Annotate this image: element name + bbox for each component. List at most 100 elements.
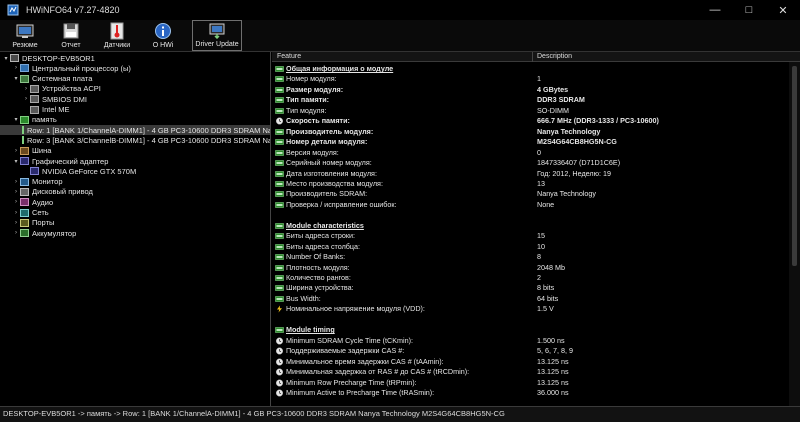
detail-row[interactable]: Minimum SDRAM Cycle Time (tCKmin): 1.500 … [272,336,800,346]
column-separator[interactable] [532,52,533,62]
pc-icon [10,54,19,62]
detail-row[interactable]: Номинальное напряжение модуля (VDD): 1.5 … [272,304,800,314]
status-bar: DESKTOP-EVB5OR1 -> память -> Row: 1 [BAN… [0,406,800,422]
tree-item[interactable]: › Шина [0,146,270,156]
feature-name: Размер модуля: [286,84,344,94]
detail-row[interactable]: Биты адреса строки: 15 [272,231,800,241]
expand-arrow-icon[interactable]: › [12,199,20,205]
detail-row[interactable]: Тип модуля: SO-DIMM [272,106,800,116]
scrollbar-thumb[interactable] [792,66,797,266]
detail-row[interactable]: Minimum Row Precharge Time (tRPmin): 13.1… [272,378,800,388]
detail-row[interactable]: Поддерживаемые задержки CAS #: 5, 6, 7, 8… [272,346,800,356]
detail-row[interactable]: Номер модуля: 1 [272,74,800,84]
detail-row[interactable]: Тип памяти: DDR3 SDRAM [272,95,800,105]
detail-row[interactable]: Производитель SDRAM: Nanya Technology [272,189,800,199]
expand-arrow-icon[interactable]: › [12,179,20,185]
feature-name: Версия модуля: [286,147,339,157]
tree-item[interactable]: › Аудио [0,197,270,207]
detail-row[interactable]: Место производства модуля: 13 [272,179,800,189]
memory-chip-icon [275,181,284,187]
tree-item[interactable]: › Аккумулятор [0,228,270,238]
detail-row[interactable]: Number Of Banks: 8 [272,252,800,262]
tree-item[interactable]: ▾ Системная плата [0,74,270,84]
tree-item[interactable]: ▾ DESKTOP-EVB5OR1 [0,53,270,63]
cpu-icon [20,64,29,73]
tree-item-label: Центральный процессор (ы) [32,63,131,73]
tree-item[interactable]: › SMBIOS DMI [0,94,270,104]
feature-name: Номинальное напряжение модуля (VDD): [286,304,425,314]
section-header-row[interactable]: Module timing [272,325,800,335]
report-button[interactable]: Отчет [48,20,94,51]
collapse-arrow-icon[interactable]: ▾ [12,116,20,123]
feature-value: 64 bits [537,293,559,303]
detail-row[interactable]: Дата изготовления модуля: Год: 2012, Неде… [272,169,800,179]
driver-update-button[interactable]: Driver Update [192,20,242,51]
port-icon [20,218,29,227]
collapse-arrow-icon[interactable]: ▾ [2,55,10,62]
detail-row[interactable]: Скорость памяти: 666.7 MHz (DDR3-1333 / P… [272,116,800,126]
clock-icon [275,117,284,125]
expand-arrow-icon[interactable]: › [22,96,30,102]
detail-row[interactable]: Серийный номер модуля: 1847336407 (D71D1C… [272,158,800,168]
detail-row[interactable]: Минимальная задержка от RAS # до CAS # (… [272,367,800,377]
detail-row[interactable]: Производитель модуля: Nanya Technology [272,127,800,137]
detail-row[interactable]: Размер модуля: 4 GBytes [272,85,800,95]
tree-item[interactable]: Intel ME [0,105,270,115]
tree-item[interactable]: › Дисковый привод [0,187,270,197]
tree-item[interactable]: › Сеть [0,208,270,218]
expand-arrow-icon[interactable]: › [12,230,20,236]
detail-row[interactable]: Версия модуля: 0 [272,148,800,158]
about-label: О HWi [152,42,174,49]
detail-row[interactable]: Проверка / исправление ошибок: None [272,200,800,210]
minimize-button[interactable]: — [698,0,732,20]
expand-arrow-icon[interactable]: › [12,189,20,195]
feature-value: 13.125 ns [537,377,569,387]
detail-row[interactable]: Номер детали модуля: M2S4G64CB8HG5N-CG [272,137,800,147]
detail-row[interactable]: Биты адреса столбца: 10 [272,242,800,252]
report-label: Отчет [61,42,81,49]
feature-value: 666.7 MHz (DDR3-1333 / PC3-10600) [537,116,659,126]
description-column-header[interactable]: Description [537,53,572,60]
detail-row[interactable]: Bus Width: 64 bits [272,294,800,304]
feature-name: Bus Width: [286,293,321,303]
section-memory-icon [275,66,284,72]
title-bar: HWiNFO64 v7.27-4820 — □ ✕ [0,0,800,20]
detail-row[interactable]: Количество рангов: 2 [272,273,800,283]
expand-arrow-icon[interactable]: › [12,210,20,216]
feature-value: 8 [537,252,541,262]
tree-item[interactable]: Row: 1 [BANK 1/ChannelA-DIMM1] - 4 GB PC… [0,125,270,136]
summary-button[interactable]: Резюме [2,20,48,51]
feature-column-header[interactable]: Feature [277,53,301,60]
clock-icon [275,368,284,376]
tree-item[interactable]: Row: 3 [BANK 3/ChannelB-DIMM1] - 4 GB PC… [0,135,270,145]
detail-row[interactable]: Minimum Active to Precharge Time (tRASmi… [272,388,800,398]
section-header-row[interactable]: Module characteristics [272,221,800,231]
expand-arrow-icon[interactable]: › [12,65,20,71]
expand-arrow-icon[interactable]: › [12,220,20,226]
section-header-row[interactable]: Общая информация о модуле [272,64,800,74]
tree-item[interactable]: › Центральный процессор (ы) [0,63,270,73]
collapse-arrow-icon[interactable]: ▾ [12,158,20,165]
tree-item[interactable]: › Устройства ACPI [0,84,270,94]
tree-item-label: Аудио [32,197,54,207]
about-button[interactable]: О HWi [140,20,186,51]
expand-arrow-icon[interactable]: › [22,86,30,92]
detail-row[interactable]: Ширина устройства: 8 bits [272,283,800,293]
memory-chip-icon [275,107,284,114]
details-scrollbar[interactable] [789,62,800,406]
feature-value: Nanya Technology [537,126,601,136]
tree-item[interactable]: › Монитор [0,177,270,187]
expand-arrow-icon[interactable]: › [12,148,20,154]
maximize-button[interactable]: □ [732,0,766,20]
detail-row[interactable]: Плотность модуля: 2048 Mb [272,263,800,273]
tree-item-label: Монитор [32,177,63,187]
detail-row[interactable]: Минимальное время задержки CAS # (tAAmin… [272,357,800,367]
close-button[interactable]: ✕ [766,0,800,20]
tree-item[interactable]: › Порты [0,218,270,228]
tree-item[interactable]: ▾ память [0,115,270,125]
tree-item[interactable]: ▾ Графический адаптер [0,156,270,166]
sensors-button[interactable]: Датчики [94,20,140,51]
feature-name: Производитель модуля: [286,126,374,136]
collapse-arrow-icon[interactable]: ▾ [12,75,20,82]
tree-item[interactable]: NVIDIA GeForce GTX 570M [0,166,270,176]
